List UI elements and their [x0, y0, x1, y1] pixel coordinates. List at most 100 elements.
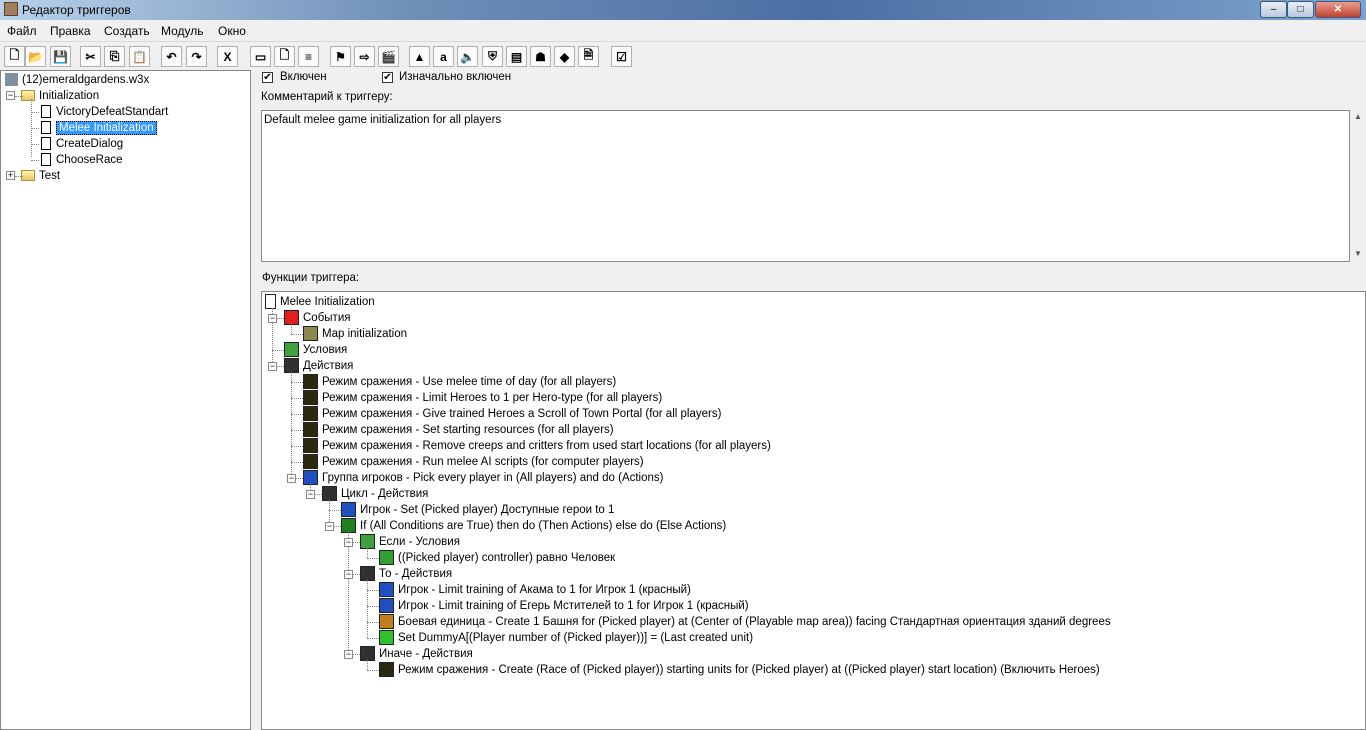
cond-icon [284, 342, 299, 358]
trigger-functions-tree: Melee Initialization События − Map initiali… [261, 291, 1366, 730]
function-item[interactable]: Режим сражения - Limit Heroes to 1 per H… [303, 390, 662, 406]
tree-item-label: CreateDialog [56, 138, 124, 150]
function-item[interactable]: Условия [284, 342, 347, 358]
new-category-button[interactable]: ▭ [250, 46, 271, 67]
function-item[interactable]: Цикл - Действия [322, 486, 428, 502]
copy-button[interactable]: ⎘ [104, 46, 125, 67]
function-item[interactable]: Режим сражения - Give trained Heroes a S… [303, 406, 721, 422]
campaign-editor-button[interactable]: ▤ [506, 46, 527, 67]
sound-editor-icon: 🔈 [460, 49, 475, 64]
tree-item[interactable]: Melee Initialization [41, 120, 157, 136]
paste-button[interactable]: 📋 [129, 46, 150, 67]
function-label: Set DummyA[(Player number of (Picked pla… [398, 632, 754, 644]
ai-editor-button[interactable]: ☗ [530, 46, 551, 67]
function-item[interactable]: Игрок - Set (Picked player) Доступные ге… [341, 502, 614, 518]
maximize-button[interactable]: □ [1287, 1, 1314, 18]
comment-textarea[interactable]: Default melee game initialization for al… [261, 110, 1350, 262]
function-item[interactable]: Set DummyA[(Player number of (Picked pla… [379, 630, 753, 646]
comment-scrollbar[interactable]: ▲ ▼ [1350, 110, 1366, 262]
function-item[interactable]: Боевая единица - Create 1 Башня for (Pic… [379, 614, 1111, 630]
redo-button[interactable]: ↷ [186, 46, 207, 67]
tree-expander[interactable]: − [268, 362, 277, 371]
tree-item-label: Melee Initialization [56, 121, 157, 135]
tree-expander[interactable]: − [344, 650, 353, 659]
menu-create[interactable]: Создать [104, 24, 150, 38]
test-map-button[interactable]: ☑ [611, 46, 632, 67]
function-label: Режим сражения - Limit Heroes to 1 per H… [322, 392, 663, 404]
tree-expander[interactable]: − [287, 474, 296, 483]
minimize-button[interactable]: – [1260, 1, 1287, 18]
function-item[interactable]: Действия [284, 358, 353, 374]
function-item[interactable]: Режим сражения - Run melee AI scripts (f… [303, 454, 644, 470]
tree-line [31, 99, 32, 157]
import-manager-button[interactable]: ◆ [554, 46, 575, 67]
function-item[interactable]: If (All Conditions are True) then do (Th… [341, 518, 726, 534]
new-button[interactable]: 🗋 [4, 46, 25, 67]
function-item[interactable]: Map initialization [303, 326, 407, 342]
function-item[interactable]: Melee Initialization [265, 294, 375, 310]
undo-button[interactable]: ↶ [161, 46, 182, 67]
new-event-button[interactable]: ⚑ [330, 46, 351, 67]
terrain-editor-button[interactable]: ▲ [409, 46, 430, 67]
function-label: Игрок - Limit training of Егерь Мстителе… [398, 600, 749, 612]
tree-item[interactable]: Initialization [21, 88, 99, 104]
melee-icon [303, 390, 318, 406]
menu-file[interactable]: Файл [7, 24, 37, 38]
tree-item[interactable]: ChooseRace [41, 152, 122, 168]
menu-module[interactable]: Модуль [161, 24, 204, 38]
function-item[interactable]: Группа игроков - Pick every player in (A… [303, 470, 663, 486]
tree-expander[interactable]: + [6, 171, 15, 180]
new-action-button[interactable]: 🎬 [378, 46, 399, 67]
initially-on-checkbox[interactable]: ✔ [382, 72, 393, 83]
function-label: Map initialization [322, 328, 408, 340]
tree-item[interactable]: Test [21, 168, 60, 184]
set-icon [379, 630, 394, 646]
title-bar: Редактор триггеров – □ ✕ [0, 0, 1366, 20]
tree-expander[interactable]: − [6, 91, 15, 100]
function-label: Melee Initialization [280, 296, 375, 308]
tree-line [367, 548, 368, 558]
object-manager-button[interactable]: 🗎 [578, 46, 599, 67]
function-item[interactable]: Иначе - Действия [360, 646, 473, 662]
tree-root[interactable]: (12)emeraldgardens.w3x [5, 72, 149, 88]
tree-item[interactable]: VictoryDefeatStandart [41, 104, 168, 120]
function-item[interactable]: То - Действия [360, 566, 452, 582]
function-item[interactable]: События [284, 310, 350, 326]
trigger-editor-button[interactable]: a [433, 46, 454, 67]
function-item[interactable]: Режим сражения - Remove creeps and critt… [303, 438, 771, 454]
open-button[interactable]: 📂 [25, 46, 46, 67]
new-trigger-button[interactable]: 🗋 [274, 46, 295, 67]
function-item[interactable]: Если - Условия [360, 534, 460, 550]
function-item[interactable]: Режим сражения - Create (Race of (Picked… [379, 662, 1100, 678]
function-item[interactable]: ((Picked player) controller) равно Челов… [379, 550, 615, 566]
enabled-checkbox[interactable]: ✔ [262, 72, 273, 83]
new-comment-button[interactable]: ≡ [298, 46, 319, 67]
new-condition-button[interactable]: ⇨ [354, 46, 375, 67]
tree-expander[interactable]: − [325, 522, 334, 531]
tree-expander[interactable]: − [306, 490, 315, 499]
save-button[interactable]: 💾 [50, 46, 71, 67]
tree-line [367, 590, 379, 591]
tree-line [367, 660, 368, 670]
tree-expander[interactable]: − [344, 570, 353, 579]
splitter[interactable] [251, 70, 257, 730]
campaign-editor-icon: ▤ [510, 49, 523, 64]
tree-line [291, 382, 303, 383]
tree-expander[interactable]: − [268, 314, 277, 323]
unit-icon [379, 614, 394, 630]
tree-item-label: VictoryDefeatStandart [56, 106, 169, 118]
object-editor-button[interactable]: ⛨ [482, 46, 503, 67]
close-trigger-button[interactable]: X [217, 46, 238, 67]
function-item[interactable]: Игрок - Limit training of Егерь Мстителе… [379, 598, 749, 614]
sound-editor-button[interactable]: 🔈 [457, 46, 478, 67]
menu-window[interactable]: Окно [218, 24, 246, 38]
tree-item[interactable]: CreateDialog [41, 136, 123, 152]
menu-edit[interactable]: Правка [50, 24, 91, 38]
function-label: ((Picked player) controller) равно Челов… [398, 552, 616, 564]
function-item[interactable]: Игрок - Limit training of Акама to 1 for… [379, 582, 691, 598]
close-button[interactable]: ✕ [1315, 1, 1361, 18]
cut-button[interactable]: ✂ [80, 46, 101, 67]
function-item[interactable]: Режим сражения - Set starting resources … [303, 422, 614, 438]
tree-expander[interactable]: − [344, 538, 353, 547]
function-item[interactable]: Режим сражения - Use melee time of day (… [303, 374, 616, 390]
